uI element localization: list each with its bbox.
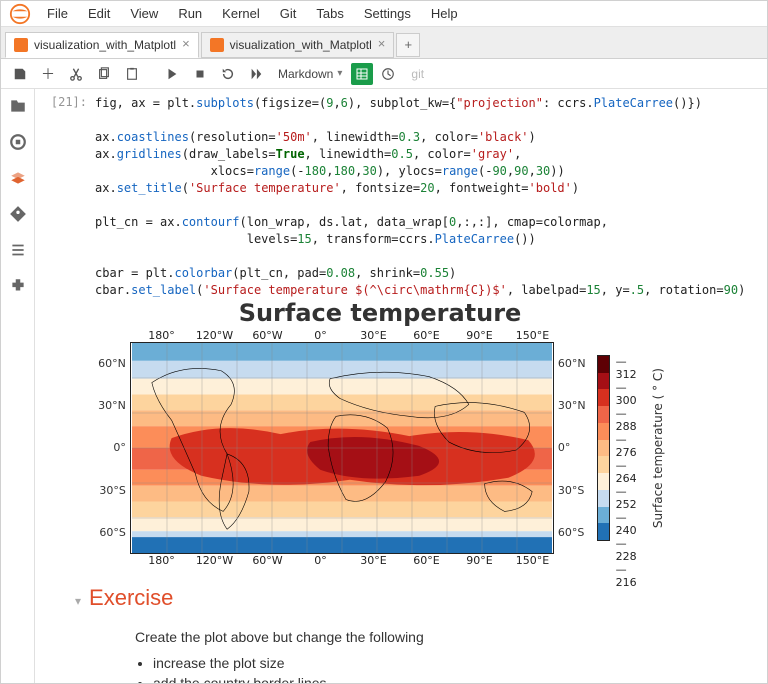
menu-edit[interactable]: Edit bbox=[78, 3, 120, 24]
exercise-intro: Create the plot above but change the fol… bbox=[135, 629, 747, 645]
run-all-button[interactable] bbox=[243, 62, 269, 86]
notebook-panel[interactable]: [21]: fig, ax = plt.subplots(figsize=(9,… bbox=[35, 89, 767, 683]
code-editor[interactable]: fig, ax = plt.subplots(figsize=(9,6), su… bbox=[95, 95, 751, 299]
plot-title: Surface temperature bbox=[95, 299, 665, 327]
main-menu: File Edit View Run Kernel Git Tabs Setti… bbox=[1, 1, 767, 27]
exercise-heading: Exercise bbox=[89, 585, 173, 611]
tab-label: visualization_with_Matplotl bbox=[230, 38, 372, 52]
list-item: add the country border lines bbox=[153, 675, 747, 683]
left-sidebar bbox=[1, 89, 35, 683]
notebook-toolbar: ＋ Markdown ▾ git bbox=[1, 59, 767, 89]
insert-cell-button[interactable]: ＋ bbox=[35, 62, 61, 86]
menu-run[interactable]: Run bbox=[168, 3, 212, 24]
collapse-triangle-icon[interactable]: ▾ bbox=[75, 594, 81, 608]
markdown-cell: ▾ Exercise Create the plot above but cha… bbox=[35, 569, 767, 683]
cell-type-label: Markdown bbox=[278, 67, 333, 81]
map-area bbox=[130, 342, 554, 554]
restart-button[interactable] bbox=[215, 62, 241, 86]
git-indicator: git bbox=[411, 67, 424, 81]
paste-button[interactable] bbox=[119, 62, 145, 86]
colorbar-ticks: — 312— 300— 288— 276— 264— 252— 240— 228… bbox=[616, 355, 643, 541]
app-root: File Edit View Run Kernel Git Tabs Setti… bbox=[0, 0, 768, 684]
document-tabs: visualization_with_Matplotl × visualizat… bbox=[1, 27, 767, 59]
tab-close-icon[interactable]: × bbox=[182, 36, 190, 51]
menu-settings[interactable]: Settings bbox=[354, 3, 421, 24]
copy-button[interactable] bbox=[91, 62, 117, 86]
git-icon[interactable] bbox=[9, 205, 27, 223]
y-ticks-right: 60°N30°N0°30°S60°S bbox=[554, 342, 589, 554]
cut-button[interactable] bbox=[63, 62, 89, 86]
exercise-list: increase the plot size add the country b… bbox=[153, 655, 747, 683]
extensions-icon[interactable] bbox=[9, 277, 27, 295]
spreadsheet-icon[interactable] bbox=[351, 63, 373, 85]
colorbar: — 312— 300— 288— 276— 264— 252— 240— 228… bbox=[597, 342, 665, 554]
tab-close-icon[interactable]: × bbox=[378, 36, 386, 51]
menu-kernel[interactable]: Kernel bbox=[212, 3, 270, 24]
add-tab-button[interactable]: + bbox=[396, 33, 420, 57]
code-cell: [21]: fig, ax = plt.subplots(figsize=(9,… bbox=[35, 89, 767, 569]
workspace-body: [21]: fig, ax = plt.subplots(figsize=(9,… bbox=[1, 89, 767, 683]
menu-tabs[interactable]: Tabs bbox=[306, 3, 353, 24]
list-item: increase the plot size bbox=[153, 655, 747, 671]
run-button[interactable] bbox=[159, 62, 185, 86]
stack-icon[interactable] bbox=[9, 169, 27, 187]
y-ticks-left: 60°N30°N0°30°S60°S bbox=[95, 342, 130, 554]
save-button[interactable] bbox=[7, 62, 33, 86]
toc-icon[interactable] bbox=[9, 241, 27, 259]
scheduler-icon[interactable] bbox=[375, 62, 401, 86]
chevron-down-icon: ▾ bbox=[337, 68, 342, 79]
cell-type-select[interactable]: Markdown ▾ bbox=[271, 63, 349, 85]
filebrowser-icon[interactable] bbox=[9, 97, 27, 115]
cell-prompt: [21]: bbox=[35, 95, 95, 567]
plot-output: Surface temperature 180°120°W60°W0°30°E6… bbox=[95, 299, 665, 567]
x-ticks-top: 180°120°W60°W0°30°E60°E90°E150°E bbox=[135, 329, 559, 342]
tab-label: visualization_with_Matplotl bbox=[34, 38, 176, 52]
tab-1[interactable]: visualization_with_Matplotl × bbox=[201, 32, 395, 58]
stop-button[interactable] bbox=[187, 62, 213, 86]
notebook-icon bbox=[210, 38, 224, 52]
jupyter-logo bbox=[9, 3, 31, 25]
tab-0[interactable]: visualization_with_Matplotl × bbox=[5, 32, 199, 58]
x-ticks-bottom: 180°120°W60°W0°30°E60°E90°E150°E bbox=[135, 554, 559, 567]
menu-git[interactable]: Git bbox=[270, 3, 307, 24]
colorbar-label: Surface temperature ( ° C) bbox=[651, 368, 665, 528]
menu-help[interactable]: Help bbox=[421, 3, 468, 24]
running-icon[interactable] bbox=[9, 133, 27, 151]
menu-file[interactable]: File bbox=[37, 3, 78, 24]
notebook-icon bbox=[14, 38, 28, 52]
menu-view[interactable]: View bbox=[120, 3, 168, 24]
colorbar-bar bbox=[597, 355, 610, 541]
